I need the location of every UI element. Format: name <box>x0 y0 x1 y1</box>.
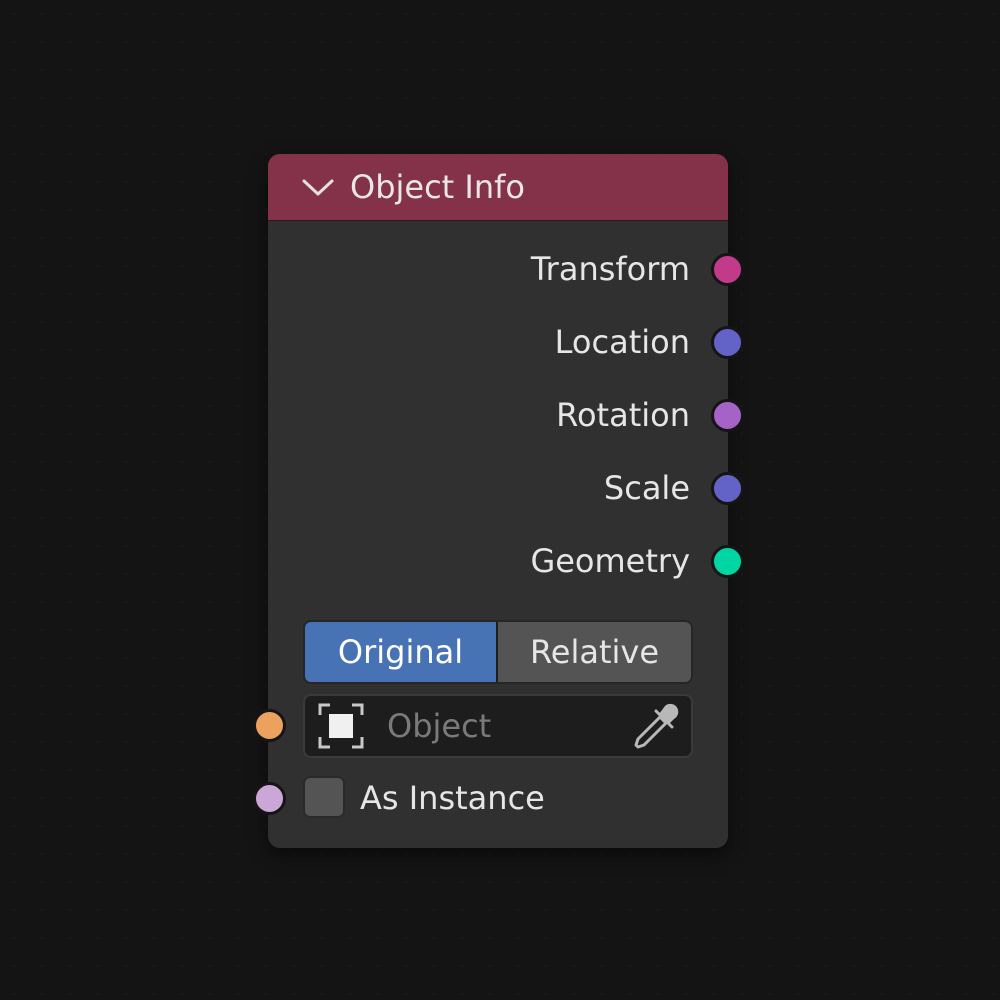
output-label: Geometry <box>530 542 690 580</box>
node-editor-canvas[interactable]: Object Info Transform Location Rotation … <box>0 0 1000 1000</box>
output-geometry: Geometry <box>268 541 744 581</box>
output-socket-geometry[interactable] <box>711 545 744 578</box>
output-label: Location <box>554 323 690 361</box>
output-socket-transform[interactable] <box>711 253 744 286</box>
output-label: Scale <box>603 469 690 507</box>
as-instance-checkbox[interactable] <box>303 776 345 818</box>
object-field[interactable]: Object <box>303 694 693 758</box>
transform-space-toggle[interactable]: Original Relative <box>303 620 693 684</box>
object-field-placeholder: Object <box>387 707 492 745</box>
object-info-node[interactable]: Object Info Transform Location Rotation … <box>253 154 744 848</box>
output-label: Transform <box>530 250 690 288</box>
input-socket-object[interactable] <box>253 709 286 742</box>
output-socket-location[interactable] <box>711 326 744 359</box>
node-title: Object Info <box>350 168 525 206</box>
transform-space-original-button[interactable]: Original <box>305 622 496 682</box>
node-header[interactable]: Object Info <box>268 154 728 221</box>
output-location: Location <box>268 322 744 362</box>
output-label: Rotation <box>556 396 690 434</box>
output-rotation: Rotation <box>268 395 744 435</box>
chevron-down-icon[interactable] <box>300 172 336 202</box>
transform-space-relative-button[interactable]: Relative <box>498 622 691 682</box>
object-icon <box>318 703 364 749</box>
eyedropper-icon[interactable] <box>631 700 683 752</box>
output-scale: Scale <box>268 468 744 508</box>
output-transform: Transform <box>268 249 744 289</box>
input-socket-as-instance[interactable] <box>253 782 286 815</box>
output-socket-rotation[interactable] <box>711 399 744 432</box>
as-instance-label: As Instance <box>360 779 545 817</box>
output-socket-scale[interactable] <box>711 472 744 505</box>
